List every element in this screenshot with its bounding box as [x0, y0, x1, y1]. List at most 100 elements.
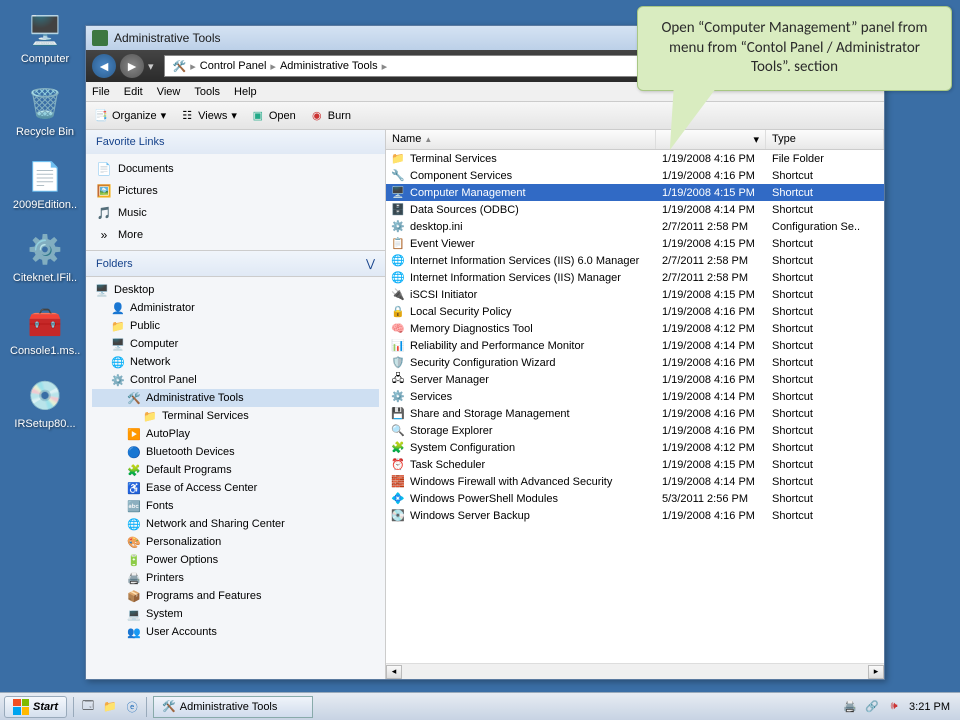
start-button[interactable]: Start — [4, 696, 67, 718]
desktop-icon[interactable]: ⚙️Citeknet.IFil.. — [10, 229, 80, 284]
desktop-icon[interactable]: 🖥️Computer — [10, 10, 80, 65]
col-name[interactable]: Name ▲ — [386, 130, 656, 149]
menu-item[interactable]: Help — [234, 86, 257, 98]
tree-item[interactable]: 🔤Fonts — [92, 497, 379, 515]
tree-item[interactable]: 📁Terminal Services — [92, 407, 379, 425]
file-row[interactable]: 🔍Storage Explorer1/19/2008 4:16 PMShortc… — [386, 422, 884, 439]
col-type[interactable]: Type — [766, 130, 884, 149]
scroll-right-button[interactable]: ▸ — [868, 665, 884, 679]
file-row[interactable]: 🖧Server Manager1/19/2008 4:16 PMShortcut — [386, 371, 884, 388]
tray-network-icon[interactable]: 🔗 — [865, 700, 879, 714]
tree-item[interactable]: 🛠️Administrative Tools — [92, 389, 379, 407]
tree-item[interactable]: 📦Programs and Features — [92, 587, 379, 605]
file-row[interactable]: 💾Share and Storage Management1/19/2008 4… — [386, 405, 884, 422]
explorer-icon[interactable]: 📁 — [102, 699, 118, 715]
file-type: Shortcut — [766, 493, 884, 505]
file-row[interactable]: 🔌iSCSI Initiator1/19/2008 4:15 PMShortcu… — [386, 286, 884, 303]
file-row[interactable]: ⚙️Services1/19/2008 4:14 PMShortcut — [386, 388, 884, 405]
tree-item[interactable]: 🌐Network and Sharing Center — [92, 515, 379, 533]
tree-label: Terminal Services — [162, 410, 249, 422]
file-row[interactable]: 🔧Component Services1/19/2008 4:16 PMShor… — [386, 167, 884, 184]
breadcrumb-item[interactable]: Administrative Tools — [278, 60, 380, 72]
menu-item[interactable]: Edit — [124, 86, 143, 98]
file-row[interactable]: 🗄️Data Sources (ODBC)1/19/2008 4:14 PMSh… — [386, 201, 884, 218]
forward-button[interactable]: ► — [120, 54, 144, 78]
favorite-link[interactable]: 📄Documents — [96, 158, 375, 180]
tree-item[interactable]: 🧩Default Programs — [92, 461, 379, 479]
favorite-link[interactable]: 🎵Music — [96, 202, 375, 224]
tree-label: Desktop — [114, 284, 154, 296]
desktop-icon[interactable]: 💿IRSetup80... — [10, 375, 80, 430]
horizontal-scrollbar[interactable]: ◂ ▸ — [386, 663, 884, 679]
organize-button[interactable]: 📑Organize ▾ — [94, 109, 166, 123]
file-row[interactable]: 📊Reliability and Performance Monitor1/19… — [386, 337, 884, 354]
views-icon: ☷ — [180, 109, 194, 123]
tree-item[interactable]: 🌐Network — [92, 353, 379, 371]
file-name: iSCSI Initiator — [410, 289, 477, 301]
file-row[interactable]: 🌐Internet Information Services (IIS) Man… — [386, 269, 884, 286]
folders-header[interactable]: Folders⋁ — [86, 250, 385, 277]
file-row[interactable]: 🔒Local Security Policy1/19/2008 4:16 PMS… — [386, 303, 884, 320]
file-row[interactable]: 🖥️Computer Management1/19/2008 4:15 PMSh… — [386, 184, 884, 201]
menu-item[interactable]: Tools — [194, 86, 220, 98]
back-button[interactable]: ◄ — [92, 54, 116, 78]
tray-volume-icon[interactable]: 🕪 — [887, 700, 901, 714]
desktop-icon[interactable]: 🗑️Recycle Bin — [10, 83, 80, 138]
file-row[interactable]: 🧱Windows Firewall with Advanced Security… — [386, 473, 884, 490]
desktop-icon-glyph: 🧰 — [25, 302, 65, 342]
toolbar: 📑Organize ▾ ☷Views ▾ ▣Open ◉Burn — [86, 102, 884, 130]
desktop-icon[interactable]: 🧰Console1.ms.. — [10, 302, 80, 357]
tree-item[interactable]: ▶️AutoPlay — [92, 425, 379, 443]
file-row[interactable]: ⚙️desktop.ini2/7/2011 2:58 PMConfigurati… — [386, 218, 884, 235]
clock[interactable]: 3:21 PM — [909, 701, 950, 713]
taskbar-task[interactable]: 🛠️ Administrative Tools — [153, 696, 313, 718]
tree-label: Default Programs — [146, 464, 232, 476]
desktop-icon[interactable]: 📄2009Edition.. — [10, 156, 80, 211]
tree-item[interactable]: 👥User Accounts — [92, 623, 379, 641]
favorite-link[interactable]: »More — [96, 224, 375, 246]
desktop-icon-label: Recycle Bin — [10, 126, 80, 138]
file-icon: 🧠 — [390, 321, 406, 337]
tree-item[interactable]: 🔵Bluetooth Devices — [92, 443, 379, 461]
file-row[interactable]: 🧠 Memory Diagnostics Tool 1/19/2008 4:12 P… — [386, 320, 884, 337]
file-row[interactable]: ⏰Task Scheduler1/19/2008 4:15 PMShortcut — [386, 456, 884, 473]
ie-icon[interactable]: ⓔ — [124, 699, 140, 715]
file-name: Memory Diagnostics Tool — [410, 323, 533, 335]
file-row[interactable]: 💽Windows Server Backup1/19/2008 4:16 PMS… — [386, 507, 884, 524]
nav-dropdown-icon[interactable]: ▾ — [148, 60, 154, 73]
file-row[interactable]: 🌐Internet Information Services (IIS) 6.0… — [386, 252, 884, 269]
tree-item[interactable]: 🖥️Computer — [92, 335, 379, 353]
tree-item[interactable]: 📁Public — [92, 317, 379, 335]
favorite-icon: 🎵 — [96, 205, 112, 221]
open-button[interactable]: ▣Open — [251, 109, 296, 123]
file-name: desktop.ini — [410, 221, 463, 233]
file-type: Shortcut — [766, 425, 884, 437]
file-row[interactable]: 🧩System Configuration1/19/2008 4:12 PMSh… — [386, 439, 884, 456]
tree-item[interactable]: 🎨Personalization — [92, 533, 379, 551]
tree-item[interactable]: ⚙️Control Panel — [92, 371, 379, 389]
views-button[interactable]: ☷Views ▾ — [180, 109, 237, 123]
file-date: 1/19/2008 4:12 PM — [656, 442, 766, 454]
breadcrumb-item[interactable]: Control Panel — [198, 60, 269, 72]
file-name: Internet Information Services (IIS) 6.0 … — [410, 255, 639, 267]
tray-icon[interactable]: 🖨️ — [843, 700, 857, 714]
file-row[interactable]: 💠Windows PowerShell Modules5/3/2011 2:56… — [386, 490, 884, 507]
menu-item[interactable]: View — [157, 86, 181, 98]
file-date: 1/19/2008 4:15 PM — [656, 238, 766, 250]
tree-item[interactable]: 🔋Power Options — [92, 551, 379, 569]
tree-item[interactable]: 👤Administrator — [92, 299, 379, 317]
file-date: 1/19/2008 4:12 PM — [656, 323, 766, 335]
file-row[interactable]: 📁Terminal Services1/19/2008 4:16 PMFile … — [386, 150, 884, 167]
tree-item[interactable]: 🖨️Printers — [92, 569, 379, 587]
burn-button[interactable]: ◉Burn — [310, 109, 351, 123]
file-row[interactable]: 🛡️Security Configuration Wizard1/19/2008… — [386, 354, 884, 371]
scroll-left-button[interactable]: ◂ — [386, 665, 402, 679]
file-row[interactable]: 📋Event Viewer1/19/2008 4:15 PMShortcut — [386, 235, 884, 252]
file-date: 1/19/2008 4:16 PM — [656, 510, 766, 522]
tree-item[interactable]: 💻System — [92, 605, 379, 623]
tree-item[interactable]: 🖥️Desktop — [92, 281, 379, 299]
menu-item[interactable]: File — [92, 86, 110, 98]
favorite-link[interactable]: 🖼️Pictures — [96, 180, 375, 202]
tree-item[interactable]: ♿Ease of Access Center — [92, 479, 379, 497]
show-desktop-icon[interactable]: 🗔 — [80, 699, 96, 715]
